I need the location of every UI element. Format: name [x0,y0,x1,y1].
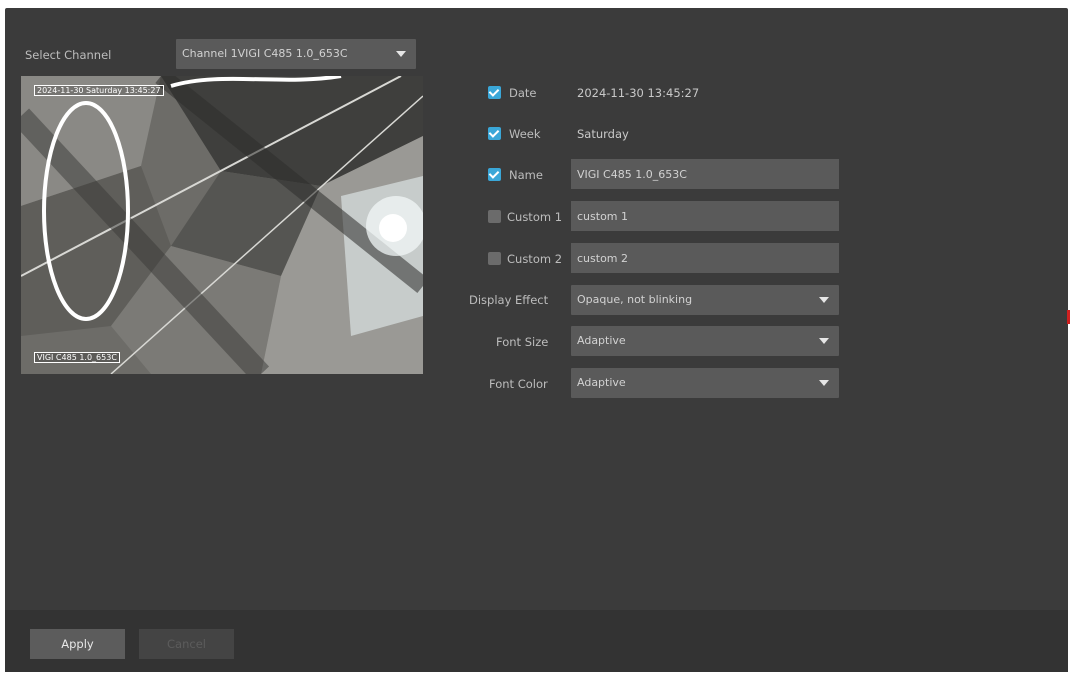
channel-select[interactable]: Channel 1VIGI C485 1.0_653C [176,39,416,69]
font-size-label: Font Size [496,335,549,349]
channel-select-value: Channel 1VIGI C485 1.0_653C [182,47,348,60]
chevron-down-icon [396,51,406,57]
chevron-down-icon [819,297,829,303]
cancel-button[interactable]: Cancel [139,629,234,659]
select-channel-label: Select Channel [25,48,112,62]
custom1-input[interactable] [571,201,839,231]
name-checkbox[interactable] [488,168,501,181]
name-field[interactable] [571,159,839,189]
date-label: Date [509,86,537,100]
footer-bar: Apply Cancel [5,610,1068,672]
display-effect-select[interactable]: Opaque, not blinking [571,285,839,315]
font-color-value: Adaptive [577,376,626,389]
custom2-label: Custom 2 [507,252,563,266]
custom2-checkbox[interactable] [488,252,501,265]
custom1-field[interactable] [571,201,839,231]
edge-marker [1067,310,1070,324]
osd-time-overlay[interactable]: 2024-11-30 Saturday 13:45:27 [34,85,164,96]
custom1-label: Custom 1 [507,210,563,224]
custom2-field[interactable] [571,243,839,273]
osd-name-overlay[interactable]: VIGI C485 1.0_653C [34,352,120,363]
font-color-select[interactable]: Adaptive [571,368,839,398]
display-effect-value: Opaque, not blinking [577,293,693,306]
font-size-select[interactable]: Adaptive [571,326,839,356]
display-effect-label: Display Effect [469,293,549,307]
date-checkbox[interactable] [488,86,501,99]
name-input[interactable] [571,159,839,189]
name-label: Name [509,168,543,182]
apply-button[interactable]: Apply [30,629,125,659]
week-value: Saturday [577,127,629,141]
week-checkbox[interactable] [488,127,501,140]
date-value: 2024-11-30 13:45:27 [577,86,700,100]
font-color-label: Font Color [489,377,548,391]
custom2-input[interactable] [571,243,839,273]
week-label: Week [509,127,541,141]
preview-image [21,76,423,374]
chevron-down-icon [819,338,829,344]
camera-preview[interactable]: 2024-11-30 Saturday 13:45:27 VIGI C485 1… [21,76,423,374]
osd-settings-panel: Select Channel Channel 1VIGI C485 1.0_65… [5,8,1068,672]
chevron-down-icon [819,380,829,386]
font-size-value: Adaptive [577,334,626,347]
custom1-checkbox[interactable] [488,210,501,223]
